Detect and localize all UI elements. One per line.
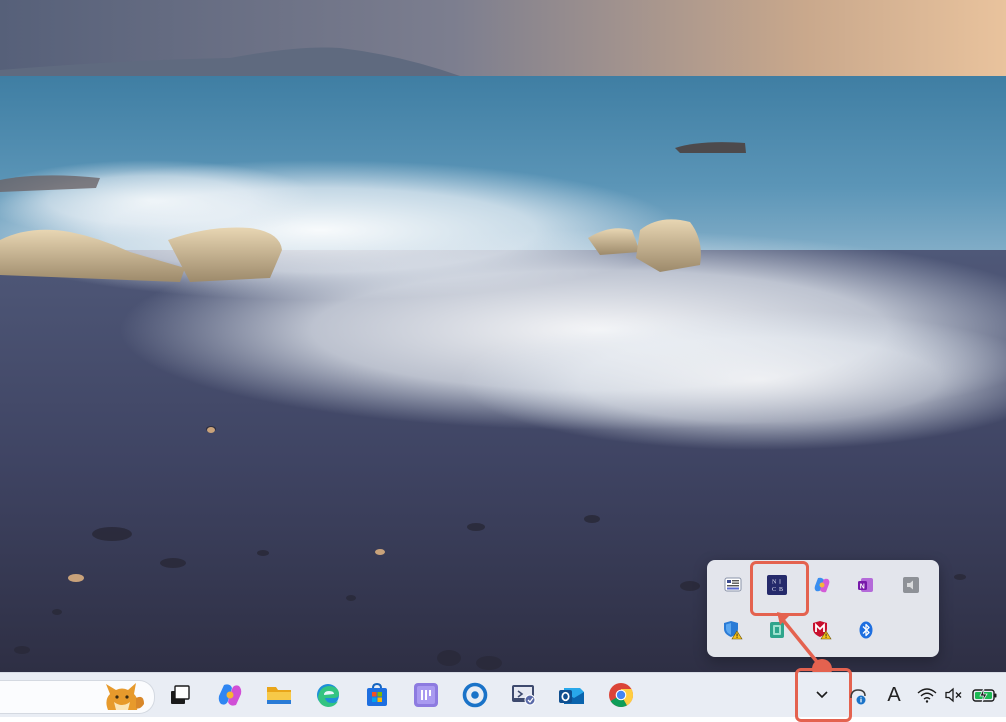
show-hidden-icons-button[interactable]: [804, 677, 840, 713]
svg-text:N: N: [860, 583, 865, 590]
bluetooth-icon[interactable]: [847, 611, 885, 649]
green-app-icon[interactable]: [758, 611, 796, 649]
volume-muted-icon[interactable]: [941, 679, 967, 711]
network-info-icon[interactable]: [843, 679, 873, 711]
outlook-icon[interactable]: [554, 677, 590, 713]
microsoft-store-icon[interactable]: [359, 677, 395, 713]
svg-text:B: B: [779, 587, 783, 593]
svg-text:I: I: [779, 580, 781, 586]
remote-desktop-icon[interactable]: [506, 677, 542, 713]
speaker-device-icon[interactable]: [892, 566, 930, 604]
calculator-app-icon[interactable]: [408, 677, 444, 713]
wifi-icon[interactable]: [914, 679, 940, 711]
copilot-taskbar-icon[interactable]: [212, 677, 248, 713]
taskbar: A: [0, 668, 1006, 722]
news-app-icon[interactable]: [714, 566, 752, 604]
chevron-down-icon: [816, 691, 828, 699]
task-view-icon[interactable]: [162, 677, 198, 713]
svg-text:C: C: [772, 587, 776, 593]
tray-overflow-flyout: N I C B N: [707, 560, 939, 657]
edge-icon[interactable]: [310, 677, 346, 713]
copilot-icon[interactable]: [803, 566, 841, 604]
nic-app-icon[interactable]: N I C B: [758, 566, 796, 604]
svg-text:N: N: [772, 580, 777, 586]
windows-security-warning-icon[interactable]: [714, 611, 752, 649]
chrome-icon[interactable]: [603, 677, 639, 713]
battery-charging-icon[interactable]: [969, 679, 1001, 711]
mcafee-warning-icon[interactable]: [803, 611, 841, 649]
onenote-icon[interactable]: N: [847, 566, 885, 604]
ime-language-indicator[interactable]: A: [882, 679, 906, 711]
file-explorer-icon[interactable]: [261, 677, 297, 713]
search-box[interactable]: [0, 680, 155, 714]
fox-search-highlight-icon: [100, 680, 146, 719]
cortana-ring-icon[interactable]: [457, 677, 493, 713]
